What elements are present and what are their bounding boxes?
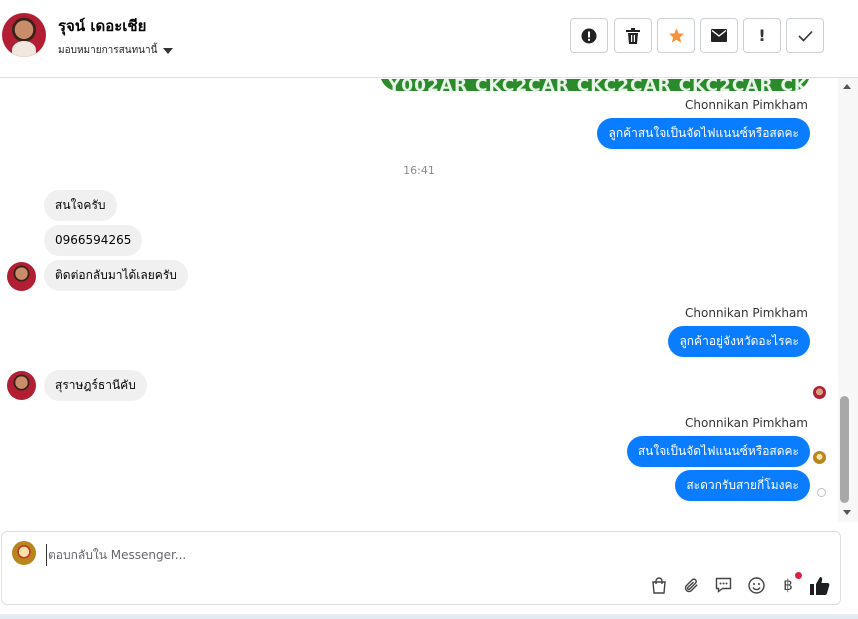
sender-name: Chonnikan Pimkham	[685, 306, 808, 320]
assign-label: มอบหมายการสนทนานี้	[58, 45, 158, 56]
envelope-icon	[711, 29, 727, 42]
shopping-bag-button[interactable]	[648, 574, 670, 596]
page-avatar	[12, 541, 36, 565]
report-button[interactable]	[570, 18, 608, 53]
contact-avatar[interactable]	[2, 13, 46, 57]
spam-button[interactable]: !	[743, 18, 781, 53]
alert-circle-icon	[581, 28, 597, 43]
scroll-down-arrow-icon[interactable]	[843, 510, 851, 515]
star-button[interactable]	[657, 18, 695, 53]
caret-down-icon	[163, 47, 174, 54]
scrollbar-thumb[interactable]	[840, 396, 849, 503]
scroll-up-arrow-icon[interactable]	[843, 84, 851, 89]
notification-dot	[795, 572, 802, 579]
incoming-message[interactable]: ติดต่อกลับมาได้เลยครับ	[44, 260, 188, 291]
baht-icon: ฿	[783, 576, 793, 594]
timestamp: 16:41	[403, 164, 435, 177]
sender-name: Chonnikan Pimkham	[685, 98, 808, 112]
thumbs-up-icon	[810, 576, 830, 595]
outgoing-message[interactable]: ลูกค้าอยู่จังหวัดอะไรคะ	[668, 326, 810, 357]
incoming-message[interactable]: 0966594265	[44, 225, 143, 256]
contact-avatar-small[interactable]	[7, 262, 36, 291]
sender-name: Chonnikan Pimkham	[685, 416, 808, 430]
attach-button[interactable]	[680, 574, 702, 596]
star-icon	[668, 28, 684, 43]
message-thread[interactable]: Y002AR CKC2CAR CKC2CAR CKC2CAR CKC2CAR C…	[0, 79, 838, 522]
exclamation-icon: !	[758, 26, 766, 45]
paperclip-icon	[684, 578, 698, 592]
incoming-message[interactable]: สุราษฎร์ธานีคับ	[44, 370, 147, 401]
trash-icon	[626, 27, 640, 44]
page-seen-indicator	[813, 451, 826, 464]
sent-status-icon	[817, 488, 826, 497]
window-bottom-edge	[0, 614, 858, 619]
saved-replies-button[interactable]	[712, 574, 734, 596]
check-icon	[797, 30, 813, 42]
chat-bubble-icon	[715, 577, 731, 593]
outgoing-message[interactable]: ลูกค้าสนใจเป็นจัดไฟแนนซ์หรือสดคะ	[597, 118, 810, 149]
reply-composer: ฿	[1, 531, 841, 605]
incoming-message[interactable]: สนใจครับ	[44, 190, 117, 221]
emoji-icon	[747, 576, 765, 594]
outgoing-message[interactable]: สะดวกรับสายกี่โมงคะ	[675, 470, 810, 501]
contact-seen-indicator	[813, 386, 826, 399]
contact-name[interactable]: รุจน์ เดอะเชีย	[58, 14, 146, 38]
conversation-header: รุจน์ เดอะเชีย มอบหมายการสนทนานี้ !	[0, 0, 858, 78]
delete-button[interactable]	[614, 18, 652, 53]
mark-done-button[interactable]	[786, 18, 824, 53]
mark-unread-button[interactable]	[700, 18, 738, 53]
outgoing-message[interactable]: สนใจเป็นจัดไฟแนนซ์หรือสดคะ	[626, 436, 810, 467]
contact-avatar-small[interactable]	[7, 371, 36, 400]
assign-conversation-dropdown[interactable]: มอบหมายการสนทนานี้	[58, 43, 174, 58]
shopping-bag-icon	[652, 576, 666, 594]
like-button[interactable]	[809, 574, 831, 596]
attachment-preview-banner[interactable]: Y002AR CKC2CAR CKC2CAR CKC2CAR CKC2CAR C…	[380, 79, 810, 91]
emoji-button[interactable]	[745, 574, 767, 596]
reply-input[interactable]	[46, 544, 646, 566]
